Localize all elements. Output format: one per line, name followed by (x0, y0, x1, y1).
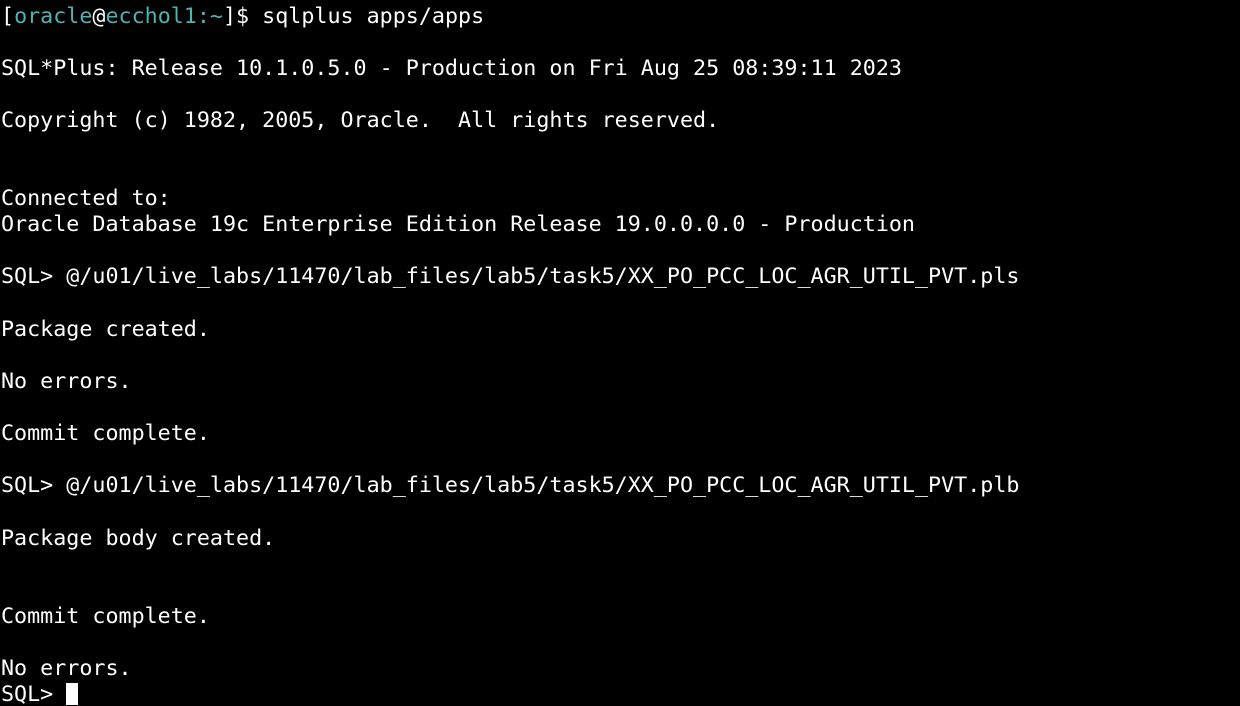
no-errors-line: No errors. (1, 369, 132, 394)
sql-prompt-line[interactable]: SQL> (1, 682, 79, 706)
shell-command: sqlplus apps/apps (262, 4, 485, 29)
connected-to-line: Connected to: (1, 186, 171, 211)
sql-run-plb-line: SQL> @/u01/live_labs/11470/lab_files/lab… (1, 473, 1020, 498)
no-errors-line-2: No errors. (1, 656, 132, 681)
prompt-open-bracket: [ (1, 4, 15, 29)
prompt-close: ]$ (223, 4, 263, 29)
sql-run-pls-line: SQL> @/u01/live_labs/11470/lab_files/lab… (1, 264, 1020, 289)
package-body-created-line: Package body created. (1, 526, 276, 551)
database-version-line: Oracle Database 19c Enterprise Edition R… (1, 212, 915, 237)
terminal-window[interactable]: ----------------------------------------… (0, 0, 1240, 706)
shell-prompt-line: [oracle@ecchol1:~]$ sqlplus apps/apps (1, 4, 484, 30)
copyright-line: Copyright (c) 1982, 2005, Oracle. All ri… (1, 108, 720, 133)
commit-complete-line: Commit complete. (1, 421, 210, 446)
sqlplus-banner: SQL*Plus: Release 10.1.0.5.0 - Productio… (1, 56, 902, 81)
sql-prompt: SQL> (1, 682, 67, 706)
prompt-user: oracle (14, 4, 93, 29)
text-cursor (66, 683, 79, 705)
prompt-at: @ (92, 4, 106, 29)
prompt-path: :~ (196, 4, 223, 29)
prompt-host: ecchol1 (105, 4, 197, 29)
commit-complete-line-2: Commit complete. (1, 604, 210, 629)
package-created-line: Package created. (1, 317, 210, 342)
